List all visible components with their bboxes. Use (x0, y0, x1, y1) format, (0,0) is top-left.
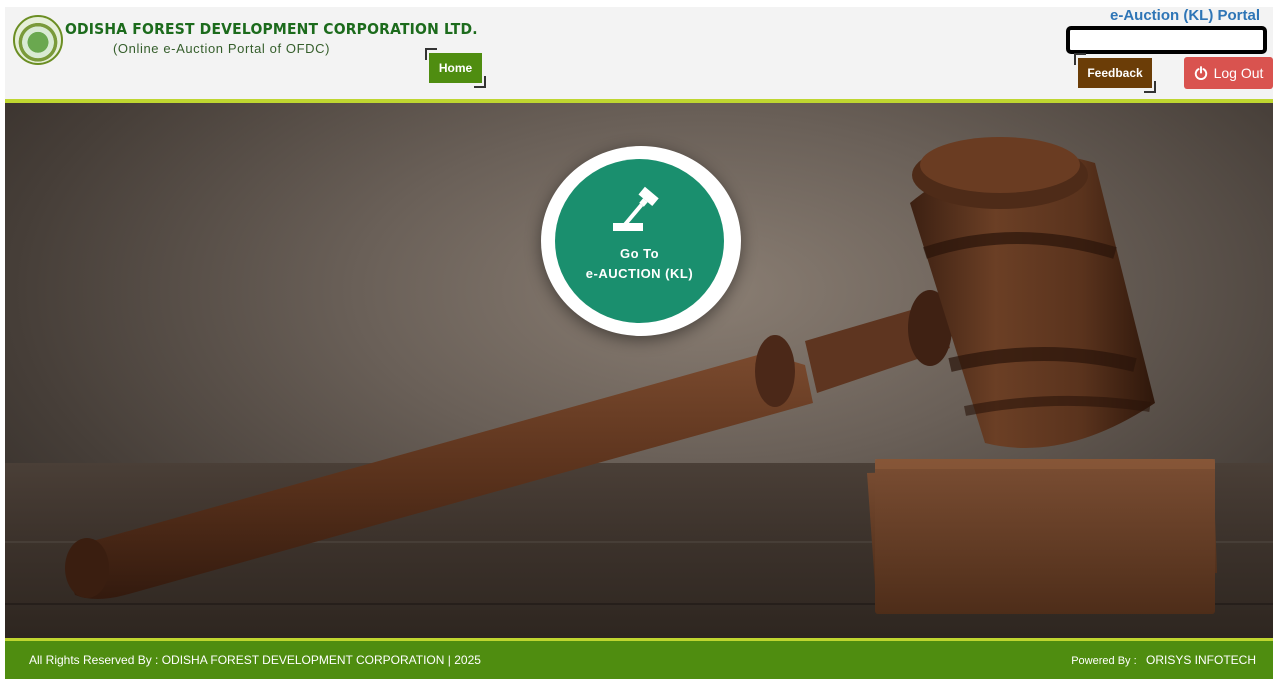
org-name: ODISHA FOREST DEVELOPMENT CORPORATION LT… (65, 20, 478, 38)
footer: All Rights Reserved By : ODISHA FOREST D… (5, 641, 1273, 679)
user-name-box (1066, 26, 1267, 54)
goto-line1: Go To (619, 246, 660, 261)
page: ODISHA FOREST DEVELOPMENT CORPORATION LT… (0, 0, 1273, 682)
feedback-button-label: Feedback (1087, 66, 1143, 80)
goto-eauction-button[interactable]: Go To e-AUCTION (KL) (541, 146, 741, 336)
gavel-icon (613, 186, 659, 231)
feedback-button[interactable]: Feedback (1074, 53, 1156, 93)
power-icon (1194, 66, 1207, 80)
logout-button[interactable]: Log Out (1184, 57, 1273, 89)
portal-title: e-Auction (KL) Portal (1110, 7, 1260, 24)
powered-by-value: ORISYS INFOTECH (1145, 653, 1256, 667)
footer-copyright: All Rights Reserved By : ODISHA FOREST D… (29, 653, 481, 667)
home-button-label: Home (438, 61, 473, 75)
goto-line2: e-AUCTION (KL) (585, 266, 694, 281)
org-subtitle: (Online e-Auction Portal of OFDC) (113, 41, 331, 56)
logout-button-label: Log Out (1213, 65, 1264, 81)
header: ODISHA FOREST DEVELOPMENT CORPORATION LT… (5, 7, 1273, 99)
powered-by-label: Powered By : (1071, 655, 1137, 667)
home-button[interactable]: Home (425, 48, 486, 88)
hero-banner: Go To e-AUCTION (KL) (5, 103, 1273, 638)
goto-eauction-inner: Go To e-AUCTION (KL) (555, 159, 724, 323)
ofdc-logo-icon[interactable] (13, 15, 63, 65)
footer-powered-by: Powered By : ORISYS INFOTECH (1071, 653, 1256, 667)
